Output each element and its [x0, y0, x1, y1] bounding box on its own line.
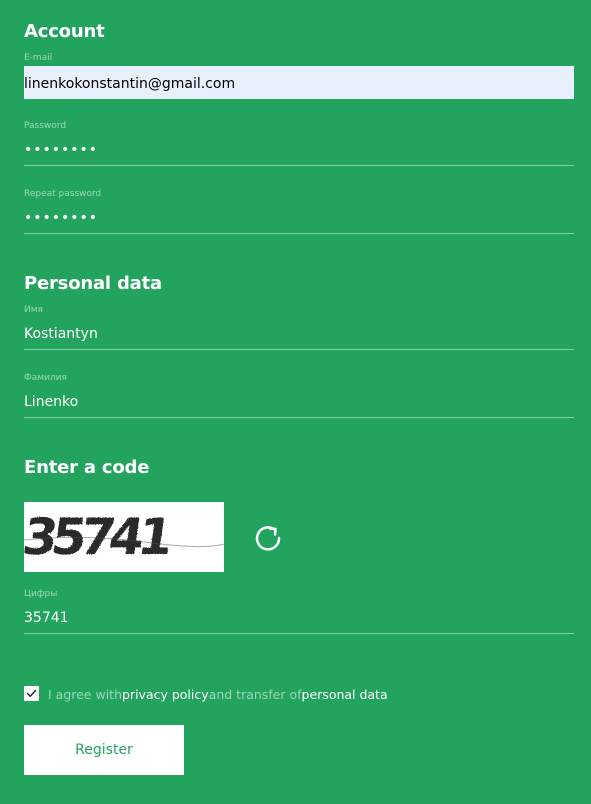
- refresh-captcha-button[interactable]: [250, 520, 286, 556]
- code-heading: Enter a code: [24, 457, 150, 478]
- agreement-prefix: I agree with: [48, 687, 122, 702]
- captcha-text: 35741: [24, 507, 174, 566]
- password-field[interactable]: [24, 134, 574, 166]
- email-label: E-mail: [24, 53, 53, 63]
- captcha-svg: 35741: [19, 507, 225, 566]
- repeat-password-label: Repeat password: [24, 189, 102, 199]
- last-name-field[interactable]: [24, 386, 574, 418]
- account-heading: Account: [24, 21, 105, 42]
- last-name-label: Фамилия: [24, 373, 67, 383]
- password-label: Password: [24, 121, 67, 131]
- repeat-password-field[interactable]: [24, 202, 574, 234]
- first-name-field-group: Имя: [24, 305, 574, 351]
- first-name-label: Имя: [24, 305, 43, 315]
- agree-checkbox[interactable]: [24, 686, 39, 701]
- last-name-field-group: Фамилия: [24, 373, 574, 419]
- privacy-policy-link[interactable]: privacy policy: [122, 687, 209, 702]
- repeat-password-field-group: Repeat password: [24, 189, 574, 235]
- digits-field-group: Цифры: [24, 589, 574, 635]
- register-button[interactable]: Register: [24, 725, 184, 775]
- email-field-group: E-mail: [24, 53, 574, 67]
- check-icon: [26, 689, 37, 697]
- password-field-group: Password: [24, 121, 574, 167]
- personal-data-link[interactable]: personal data: [302, 687, 388, 702]
- email-field[interactable]: [24, 66, 574, 99]
- refresh-icon: [255, 526, 281, 551]
- personal-data-heading: Personal data: [24, 273, 162, 294]
- agreement-middle: and transfer of: [208, 687, 302, 702]
- agreement-text: I agree withprivacy policyand transfer o…: [48, 687, 388, 702]
- captcha-image: 35741: [19, 502, 225, 572]
- digits-label: Цифры: [24, 589, 58, 599]
- first-name-field[interactable]: [24, 318, 574, 350]
- digits-field[interactable]: [24, 602, 574, 634]
